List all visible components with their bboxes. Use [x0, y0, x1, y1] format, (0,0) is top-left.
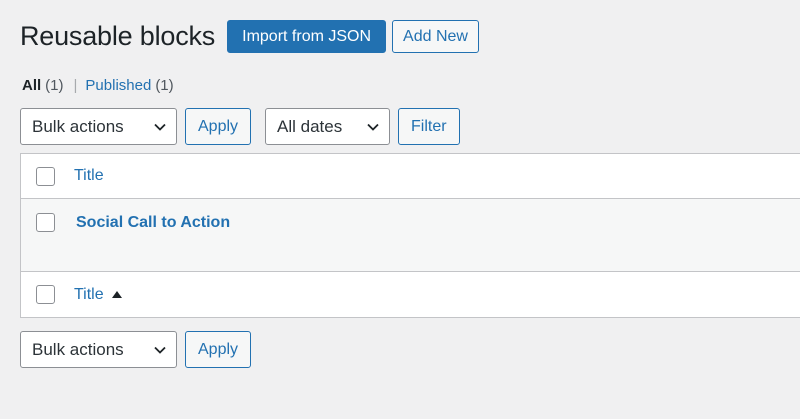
view-filters: All (1) | Published (1) [22, 77, 174, 94]
reusable-blocks-page: Reusable blocks Import from JSON Add New… [0, 0, 800, 419]
select-all-checkbox-top[interactable] [36, 166, 55, 186]
page-header: Reusable blocks Import from JSON Add New [20, 20, 479, 53]
title-column-header[interactable]: Title [74, 167, 104, 185]
row-title-link[interactable]: Social Call to Action [76, 213, 230, 232]
view-published-count: (1) [155, 77, 174, 94]
title-column-label: Title [74, 167, 104, 184]
apply-button-bottom[interactable]: Apply [185, 331, 252, 368]
blocks-table: Title Social Call to Action Title [20, 153, 800, 318]
bulk-actions-value-bottom: Bulk actions [32, 339, 124, 359]
tablenav-bottom: Bulk actions Apply [20, 331, 252, 368]
add-new-button[interactable]: Add New [392, 20, 479, 53]
view-all-link[interactable]: All [22, 77, 41, 94]
dates-filter-value: All dates [277, 116, 343, 136]
chevron-down-icon [154, 121, 166, 133]
table-row: Social Call to Action [21, 199, 800, 272]
bulk-actions-select-top[interactable]: Bulk actions [20, 108, 177, 145]
dates-filter-select[interactable]: All dates [265, 108, 391, 145]
sort-ascending-icon [111, 291, 122, 298]
bulk-actions-value: Bulk actions [32, 116, 124, 136]
page-title: Reusable blocks [20, 21, 216, 51]
chevron-down-icon [367, 121, 379, 133]
title-column-footer-label: Title [74, 285, 104, 303]
tablenav-top: Bulk actions Apply All dates Filter [20, 108, 460, 145]
filter-button[interactable]: Filter [398, 108, 460, 145]
table-footer-row: Title [21, 272, 800, 317]
apply-button-top[interactable]: Apply [185, 108, 252, 145]
view-published-link[interactable]: Published [85, 77, 151, 94]
title-column-footer[interactable]: Title [74, 286, 122, 304]
view-all-count: (1) [45, 77, 64, 94]
select-all-checkbox-bottom[interactable] [36, 285, 55, 304]
table-header-row: Title [21, 154, 800, 199]
chevron-down-icon [154, 344, 166, 356]
bulk-actions-select-bottom[interactable]: Bulk actions [20, 331, 177, 368]
view-separator: | [73, 77, 78, 94]
import-from-json-button[interactable]: Import from JSON [227, 20, 387, 53]
row-checkbox[interactable] [36, 213, 55, 232]
